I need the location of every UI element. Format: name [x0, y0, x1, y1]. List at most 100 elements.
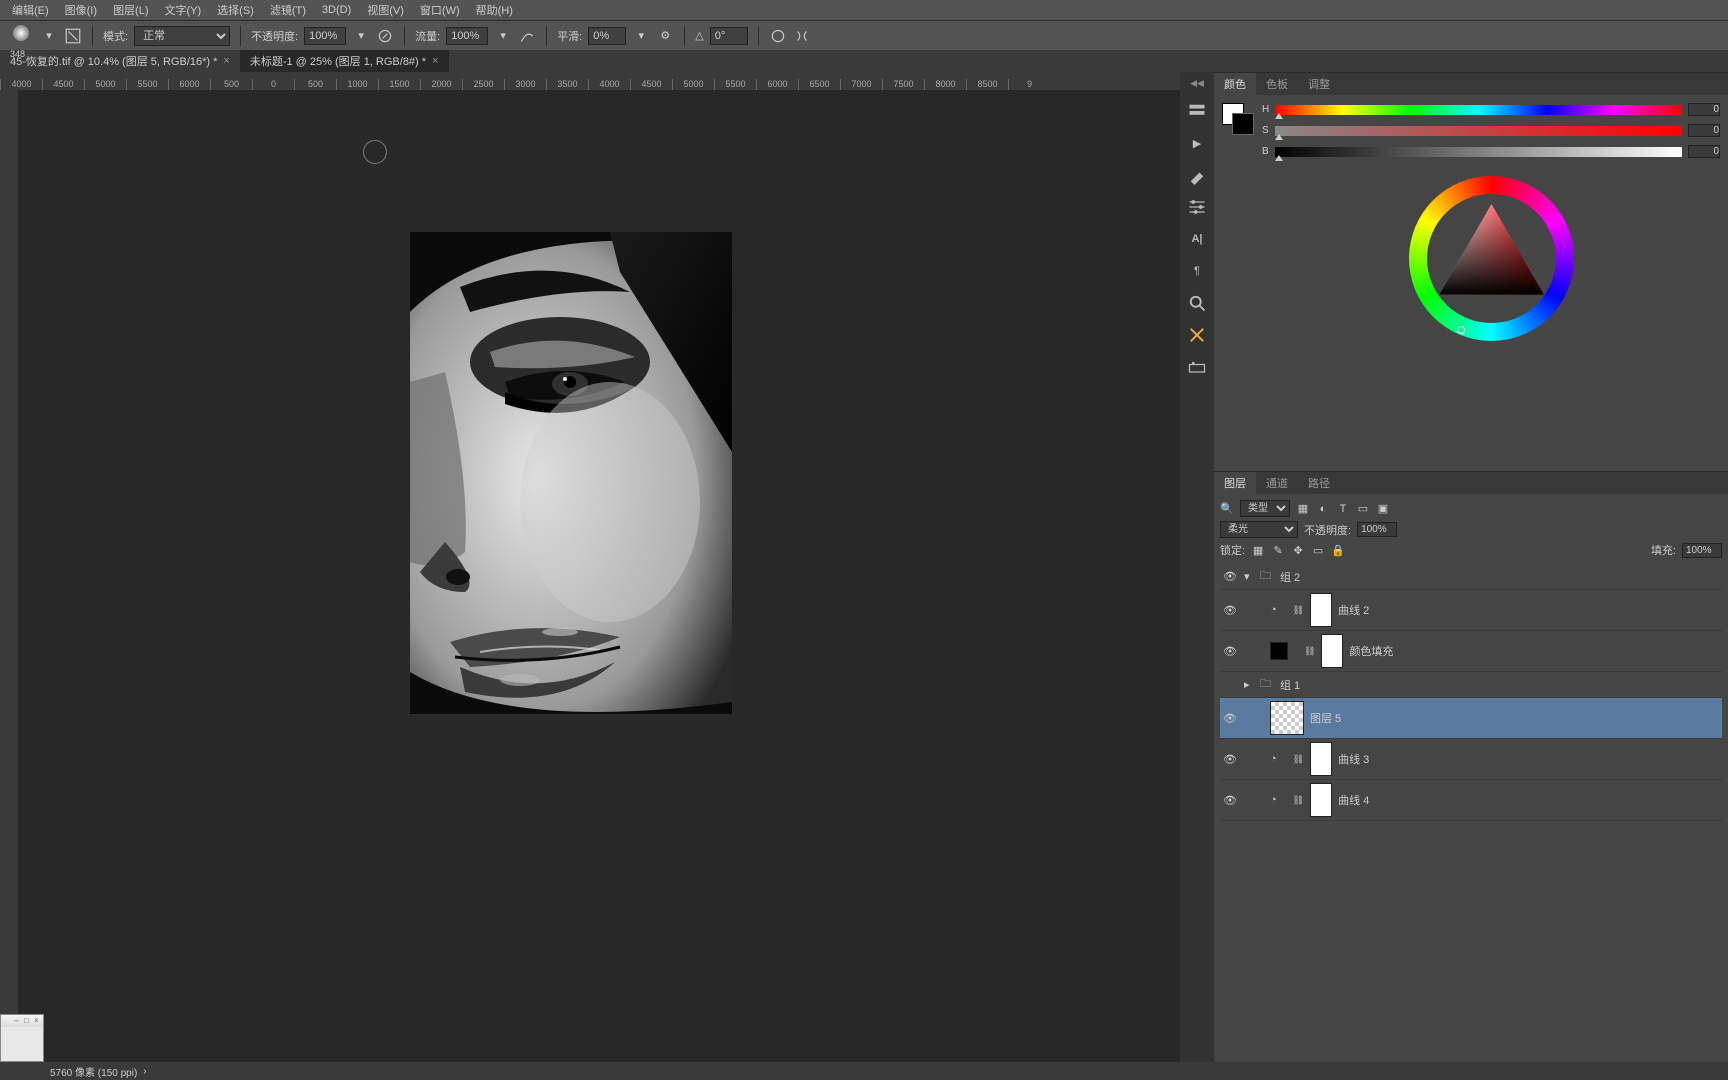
- layer-name[interactable]: 颜色填充: [1349, 643, 1393, 659]
- tab-channels[interactable]: 通道: [1256, 472, 1298, 494]
- lock-transparent-icon[interactable]: ▦: [1251, 543, 1265, 557]
- document-tab[interactable]: 未标题-1 @ 25% (图层 1, RGB/8#) * ×: [240, 50, 449, 72]
- layer-row[interactable]: 👁▾🗀组 2: [1220, 564, 1722, 590]
- chevron-down-icon[interactable]: ▾: [1244, 570, 1254, 583]
- search-icon[interactable]: 🔍: [1220, 502, 1234, 516]
- visibility-icon[interactable]: 👁: [1222, 604, 1238, 617]
- tab-swatches[interactable]: 色板: [1256, 73, 1298, 95]
- gear-icon[interactable]: ⚙: [656, 27, 674, 45]
- fill-thumb[interactable]: [1270, 642, 1288, 660]
- lock-all-icon[interactable]: 🔒: [1331, 543, 1345, 557]
- expand-icon[interactable]: ◀◀: [1190, 78, 1204, 89]
- canvas[interactable]: [18, 90, 1180, 1062]
- lock-move-icon[interactable]: ✥: [1291, 543, 1305, 557]
- maximize-icon[interactable]: □: [24, 1016, 32, 1024]
- character-icon[interactable]: A|: [1187, 229, 1207, 249]
- smoothing-input[interactable]: [588, 27, 626, 45]
- pressure-opacity-icon[interactable]: [376, 27, 394, 45]
- menu-select[interactable]: 选择(S): [209, 2, 262, 18]
- angle-input[interactable]: [710, 27, 748, 45]
- menu-edit[interactable]: 编辑(E): [4, 2, 57, 18]
- menu-layer[interactable]: 图层(L): [105, 2, 156, 18]
- filter-smart-icon[interactable]: ▣: [1376, 502, 1390, 516]
- layer-row[interactable]: 👁 图层 5: [1220, 698, 1722, 739]
- layer-blend-select[interactable]: 柔光: [1220, 521, 1298, 538]
- ruler-horizontal[interactable]: 4000450050005500600050005001000150020002…: [0, 72, 1180, 90]
- opacity-input[interactable]: [304, 27, 346, 45]
- lock-paint-icon[interactable]: ✎: [1271, 543, 1285, 557]
- layer-row[interactable]: 👁 ⛓ 颜色填充: [1220, 631, 1722, 672]
- filter-adjust-icon[interactable]: ◐: [1316, 502, 1330, 516]
- play-icon[interactable]: ▶: [1187, 133, 1207, 153]
- tab-adjustments[interactable]: 调整: [1298, 73, 1340, 95]
- menu-filter[interactable]: 滤镜(T): [262, 2, 314, 18]
- layer-name[interactable]: 曲线 3: [1338, 751, 1369, 767]
- wheel-picker-icon[interactable]: [1457, 326, 1465, 334]
- chevron-down-icon[interactable]: ▾: [494, 27, 512, 45]
- document-tab[interactable]: 45-恢复的.tif @ 10.4% (图层 5, RGB/16*) * ×: [0, 50, 240, 72]
- close-icon[interactable]: ×: [223, 55, 229, 67]
- background-swatch[interactable]: [1232, 113, 1254, 135]
- bri-input[interactable]: [1688, 145, 1720, 158]
- blend-mode-select[interactable]: 正常: [134, 26, 230, 46]
- history-icon[interactable]: [1187, 101, 1207, 121]
- brush-preset-picker[interactable]: 348: [8, 23, 34, 49]
- visibility-icon[interactable]: 👁: [1222, 570, 1238, 583]
- hue-input[interactable]: [1688, 103, 1720, 116]
- chevron-down-icon[interactable]: ▾: [632, 27, 650, 45]
- flow-input[interactable]: [446, 27, 488, 45]
- menu-image[interactable]: 图像(I): [57, 2, 105, 18]
- chevron-right-icon[interactable]: ▸: [1244, 678, 1254, 691]
- chevron-right-icon[interactable]: ›: [143, 1066, 146, 1077]
- visibility-icon[interactable]: 👁: [1222, 712, 1238, 725]
- close-icon[interactable]: ×: [34, 1016, 42, 1024]
- brushes-icon[interactable]: [1187, 165, 1207, 185]
- document-image[interactable]: [410, 232, 732, 714]
- link-icon[interactable]: ⛓: [1293, 795, 1304, 806]
- ruler-vertical[interactable]: [0, 90, 18, 1062]
- layer-name[interactable]: 曲线 4: [1338, 792, 1369, 808]
- sat-input[interactable]: [1688, 124, 1720, 137]
- doc-info[interactable]: 5760 像素 (150 ppi): [50, 1064, 137, 1079]
- menu-window[interactable]: 窗口(W): [412, 2, 468, 18]
- filter-type-icon[interactable]: T: [1336, 502, 1350, 516]
- chevron-down-icon[interactable]: ▾: [40, 27, 58, 45]
- menu-help[interactable]: 帮助(H): [468, 2, 521, 18]
- layer-row[interactable]: 👁◔⛓曲线 3: [1220, 739, 1722, 780]
- symmetry-icon[interactable]: [793, 27, 811, 45]
- visibility-icon[interactable]: 👁: [1222, 645, 1238, 658]
- paragraph-icon[interactable]: ¶: [1187, 261, 1207, 281]
- pressure-size-icon[interactable]: [769, 27, 787, 45]
- minimize-icon[interactable]: –: [14, 1016, 22, 1024]
- link-icon[interactable]: ⛓: [1293, 605, 1304, 616]
- layer-filter-select[interactable]: 类型: [1240, 500, 1290, 517]
- info-icon[interactable]: [1187, 357, 1207, 377]
- link-icon[interactable]: ⛓: [1293, 754, 1304, 765]
- mask-thumb[interactable]: [1310, 593, 1332, 627]
- menu-type[interactable]: 文字(Y): [157, 2, 210, 18]
- link-icon[interactable]: ⛓: [1304, 646, 1315, 657]
- mask-thumb[interactable]: [1321, 634, 1343, 668]
- ruler-icon[interactable]: [1187, 325, 1207, 345]
- mask-thumb[interactable]: [1310, 783, 1332, 817]
- menu-3d[interactable]: 3D(D): [314, 4, 359, 16]
- layer-name[interactable]: 图层 5: [1310, 710, 1341, 726]
- saturation-slider[interactable]: [1275, 126, 1682, 136]
- menu-view[interactable]: 视图(V): [359, 2, 412, 18]
- hue-slider[interactable]: [1275, 105, 1682, 115]
- sliders-icon[interactable]: [1187, 197, 1207, 217]
- layer-row[interactable]: 👁◔⛓曲线 4: [1220, 780, 1722, 821]
- layer-opacity-input[interactable]: [1357, 522, 1397, 537]
- layer-name[interactable]: 曲线 2: [1338, 602, 1369, 618]
- filter-shape-icon[interactable]: ▭: [1356, 502, 1370, 516]
- brush-panel-icon[interactable]: [64, 27, 82, 45]
- fg-bg-swatch[interactable]: [1222, 103, 1254, 463]
- chevron-down-icon[interactable]: ▾: [352, 27, 370, 45]
- visibility-icon[interactable]: 👁: [1222, 794, 1238, 807]
- lock-artboard-icon[interactable]: ▭: [1311, 543, 1325, 557]
- tab-color[interactable]: 颜色: [1214, 73, 1256, 95]
- color-wheel[interactable]: [1409, 176, 1574, 341]
- airbrush-icon[interactable]: [518, 27, 536, 45]
- tab-paths[interactable]: 路径: [1298, 472, 1340, 494]
- layer-thumb[interactable]: [1270, 701, 1304, 735]
